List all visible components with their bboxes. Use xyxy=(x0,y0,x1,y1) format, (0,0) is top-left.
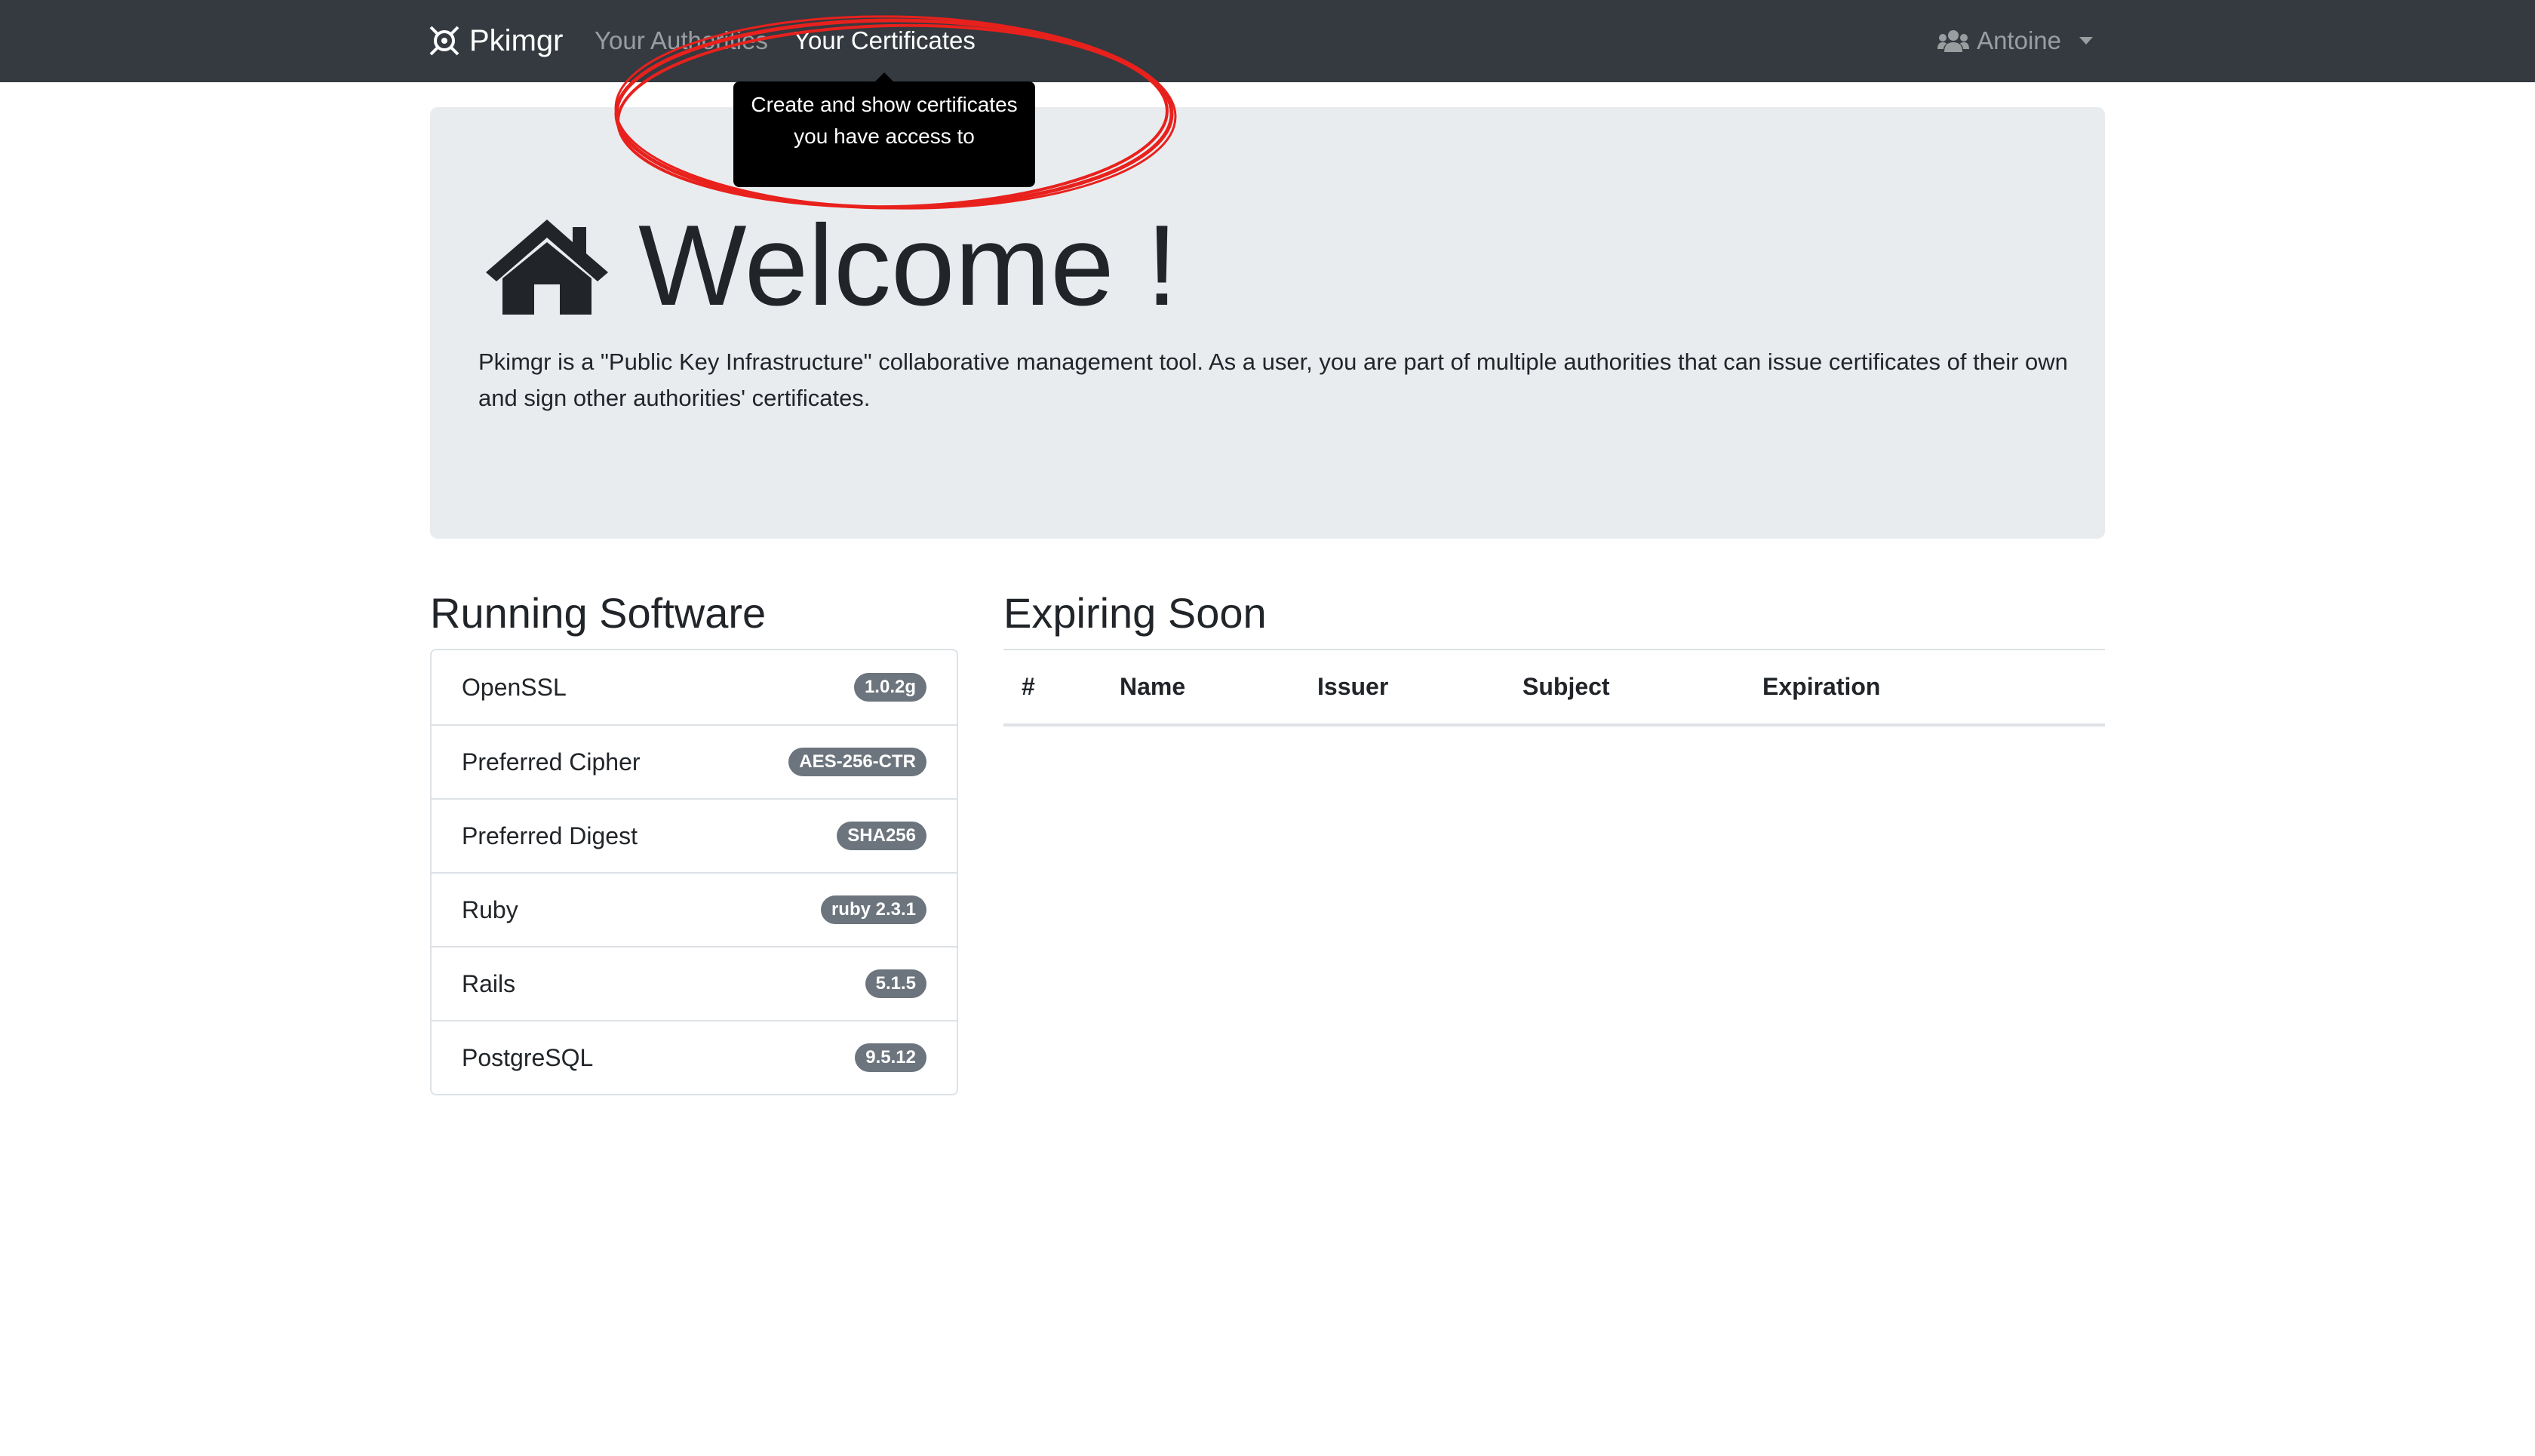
software-label: Rails xyxy=(462,969,516,997)
software-label: OpenSSL xyxy=(462,673,567,701)
table-header-row: # Name Issuer Subject Expiration xyxy=(1003,649,2105,726)
brand-logo-icon xyxy=(429,26,459,56)
tooltip: Create and show certificates you have ac… xyxy=(733,72,1035,187)
user-menu-dropdown[interactable]: Antoine xyxy=(1937,26,2093,56)
user-name: Antoine xyxy=(1977,26,2061,54)
list-item: OpenSSL 1.0.2g xyxy=(432,650,957,724)
caret-down-icon xyxy=(2079,37,2093,45)
column-header-expiration[interactable]: Expiration xyxy=(1744,649,2105,726)
top-navbar: Pkimgr Your Authorities Your Certificate… xyxy=(0,0,2535,82)
expiring-certificates-table: # Name Issuer Subject Expiration xyxy=(1003,649,2105,726)
home-icon xyxy=(486,220,608,315)
column-header-name[interactable]: Name xyxy=(1102,649,1299,726)
version-badge: 1.0.2g xyxy=(853,673,926,702)
welcome-title: Welcome ! xyxy=(638,201,1178,330)
version-badge: 5.1.5 xyxy=(865,969,926,998)
version-badge: SHA256 xyxy=(837,822,926,850)
nav-link-authorities[interactable]: Your Authorities xyxy=(595,26,768,56)
list-item: Rails 5.1.5 xyxy=(432,946,957,1020)
software-label: Ruby xyxy=(462,895,518,923)
tooltip-arrow xyxy=(875,72,893,81)
running-software-title: Running Software xyxy=(430,589,767,637)
expiring-soon-title: Expiring Soon xyxy=(1003,589,1267,637)
column-header-subject[interactable]: Subject xyxy=(1504,649,1744,726)
version-badge: 9.5.12 xyxy=(855,1043,926,1072)
column-header-number[interactable]: # xyxy=(1003,649,1102,726)
welcome-jumbotron: Welcome ! Pkimgr is a "Public Key Infras… xyxy=(430,107,2105,539)
brand-name: Pkimgr xyxy=(469,24,564,57)
software-label: PostgreSQL xyxy=(462,1043,594,1071)
version-badge: AES-256-CTR xyxy=(788,748,926,776)
version-badge: ruby 2.3.1 xyxy=(820,895,926,924)
brand-link[interactable]: Pkimgr xyxy=(429,23,563,59)
running-software-list: OpenSSL 1.0.2g Preferred Cipher AES-256-… xyxy=(430,649,958,1095)
column-header-issuer[interactable]: Issuer xyxy=(1299,649,1504,726)
list-item: Preferred Digest SHA256 xyxy=(432,798,957,872)
software-label: Preferred Cipher xyxy=(462,748,641,776)
nav-link-certificates[interactable]: Your Certificates xyxy=(794,26,976,56)
list-item: Preferred Cipher AES-256-CTR xyxy=(432,724,957,798)
users-icon xyxy=(1937,30,1970,52)
tooltip-text: Create and show certificates you have ac… xyxy=(751,93,1018,148)
software-label: Preferred Digest xyxy=(462,822,638,849)
list-item: Ruby ruby 2.3.1 xyxy=(432,872,957,946)
welcome-description: Pkimgr is a "Public Key Infrastructure" … xyxy=(478,349,2068,411)
list-item: PostgreSQL 9.5.12 xyxy=(432,1020,957,1094)
